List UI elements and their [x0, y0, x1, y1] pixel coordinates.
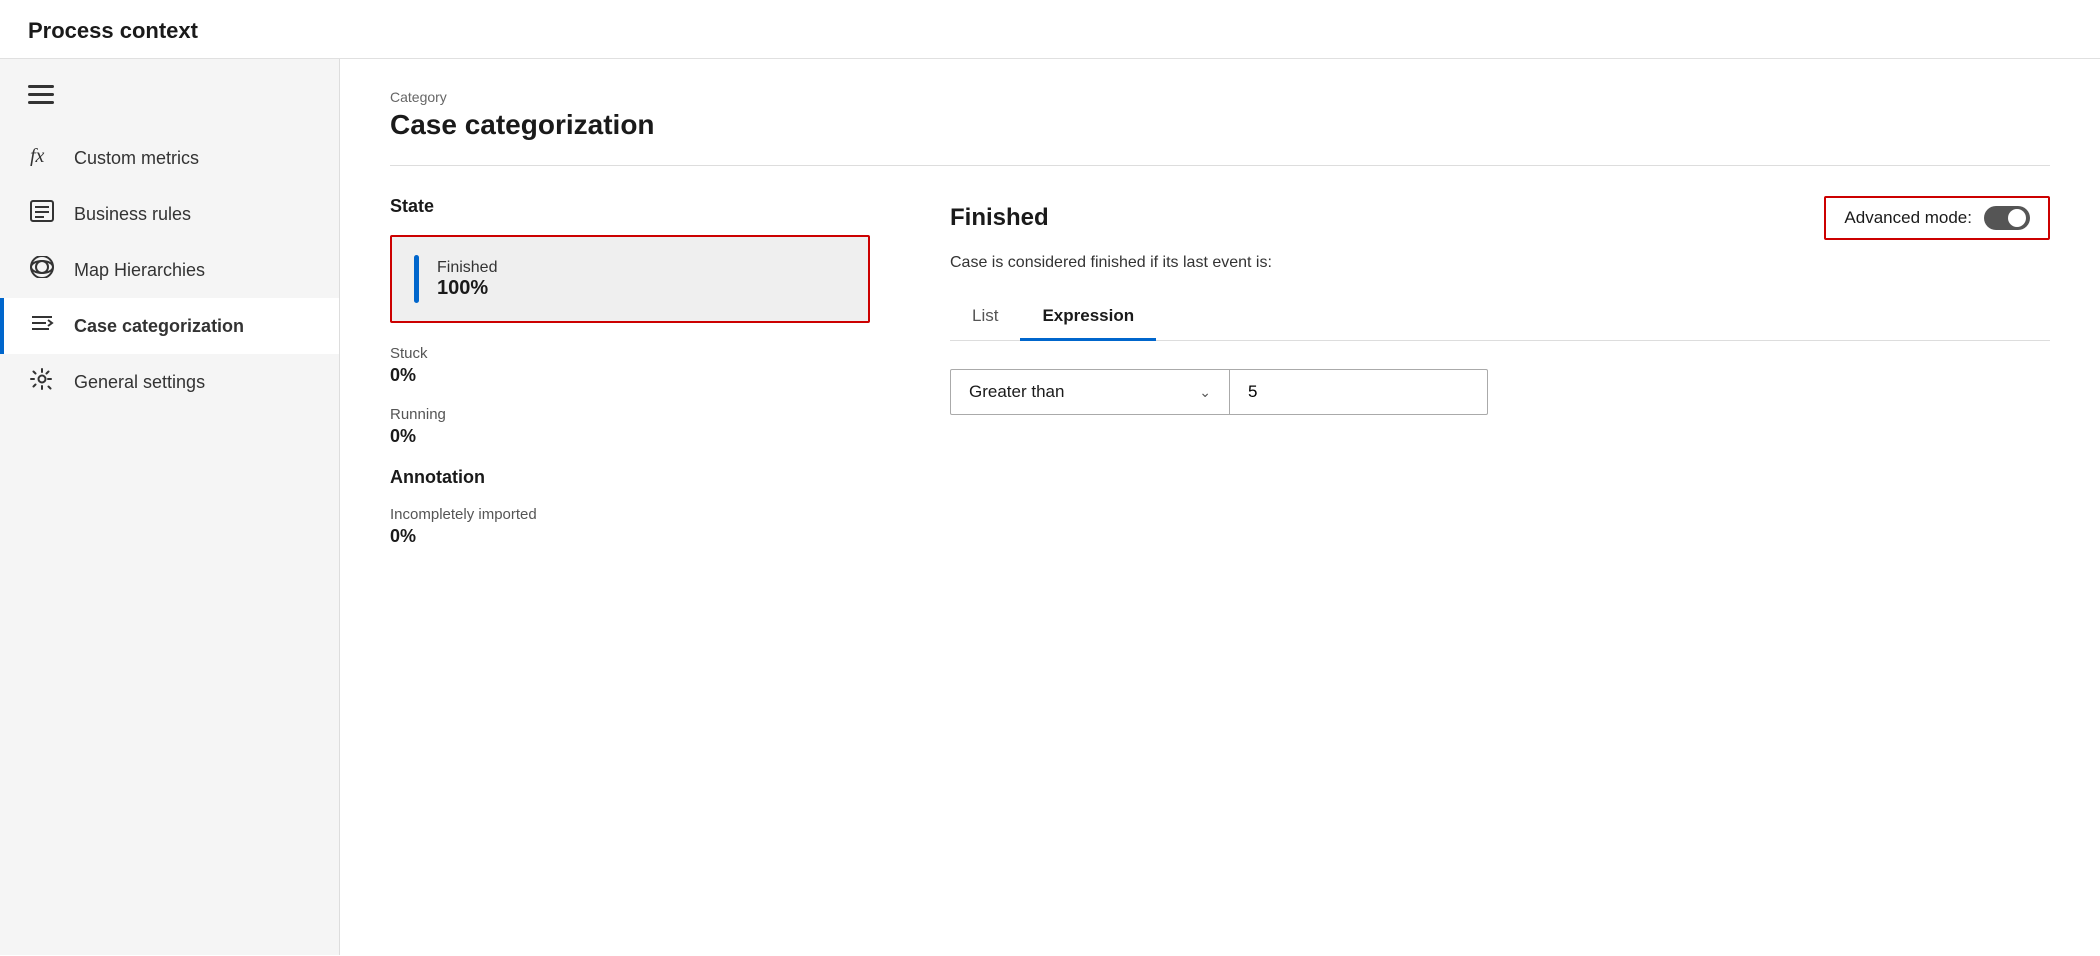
- sidebar-item-label-map-hierarchies: Map Hierarchies: [74, 260, 205, 281]
- page-category: Category: [390, 89, 2050, 105]
- finished-header: Finished Advanced mode:: [950, 196, 2050, 240]
- sidebar: fx Custom metrics Business rules: [0, 59, 340, 955]
- sidebar-item-case-categorization[interactable]: Case categorization: [0, 298, 339, 354]
- sidebar-item-map-hierarchies[interactable]: Map Hierarchies: [0, 242, 339, 298]
- annotation-item-value: 0%: [390, 526, 870, 547]
- condition-dropdown[interactable]: Greater than ⌄: [950, 369, 1230, 415]
- sidebar-item-general-settings[interactable]: General settings: [0, 354, 339, 410]
- sidebar-item-label-general-settings: General settings: [74, 372, 205, 393]
- gear-icon: [28, 368, 56, 396]
- state-card-content: Finished 100%: [437, 259, 497, 300]
- state-item-running: Running 0%: [390, 406, 870, 447]
- advanced-mode-box: Advanced mode:: [1824, 196, 2050, 240]
- state-item-incompletely-imported: Incompletely imported 0%: [390, 506, 870, 547]
- sidebar-item-label-custom-metrics: Custom metrics: [74, 148, 199, 169]
- map-hierarchies-icon: [28, 256, 56, 284]
- page-title: Case categorization: [390, 109, 2050, 141]
- app-header: Process context: [0, 0, 2100, 59]
- right-panel: Finished Advanced mode: Case is consider…: [950, 196, 2050, 567]
- state-item-name-running: Running: [390, 406, 870, 423]
- main-layout: fx Custom metrics Business rules: [0, 59, 2100, 955]
- case-categorization-icon: [28, 312, 56, 340]
- annotation-item-name: Incompletely imported: [390, 506, 870, 523]
- advanced-mode-toggle[interactable]: [1984, 206, 2030, 230]
- hamburger-menu[interactable]: [0, 77, 339, 130]
- condition-dropdown-value: Greater than: [969, 382, 1064, 402]
- left-panel: State Finished 100% Stuck 0% Running: [390, 196, 870, 567]
- finished-panel-title: Finished: [950, 204, 1049, 232]
- state-item-name-stuck: Stuck: [390, 345, 870, 362]
- custom-metrics-icon: fx: [28, 144, 56, 172]
- tabs: List Expression: [950, 296, 2050, 341]
- state-card-finished[interactable]: Finished 100%: [390, 235, 870, 323]
- sidebar-item-label-case-categorization: Case categorization: [74, 316, 244, 337]
- main-content: Category Case categorization State Finis…: [340, 59, 2100, 955]
- divider: [390, 165, 2050, 166]
- expression-value-input[interactable]: [1230, 369, 1488, 415]
- state-section-title: State: [390, 196, 870, 217]
- finished-description: Case is considered finished if its last …: [950, 254, 2050, 272]
- expression-row: Greater than ⌄: [950, 369, 2050, 415]
- state-item-value-running: 0%: [390, 426, 870, 447]
- chevron-down-icon: ⌄: [1199, 384, 1211, 401]
- business-rules-icon: [28, 200, 56, 228]
- advanced-mode-label: Advanced mode:: [1844, 208, 1972, 228]
- tab-expression[interactable]: Expression: [1020, 296, 1156, 341]
- state-card-name-finished: Finished: [437, 259, 497, 277]
- sidebar-item-business-rules[interactable]: Business rules: [0, 186, 339, 242]
- state-card-bar: [414, 255, 419, 303]
- sidebar-item-label-business-rules: Business rules: [74, 204, 191, 225]
- state-item-stuck: Stuck 0%: [390, 345, 870, 386]
- state-item-value-stuck: 0%: [390, 365, 870, 386]
- sidebar-item-custom-metrics[interactable]: fx Custom metrics: [0, 130, 339, 186]
- content-grid: State Finished 100% Stuck 0% Running: [390, 196, 2050, 567]
- app-title: Process context: [28, 18, 198, 43]
- svg-text:fx: fx: [30, 145, 45, 166]
- tab-list[interactable]: List: [950, 296, 1020, 341]
- annotation-title: Annotation: [390, 467, 870, 488]
- state-card-value-finished: 100%: [437, 277, 497, 300]
